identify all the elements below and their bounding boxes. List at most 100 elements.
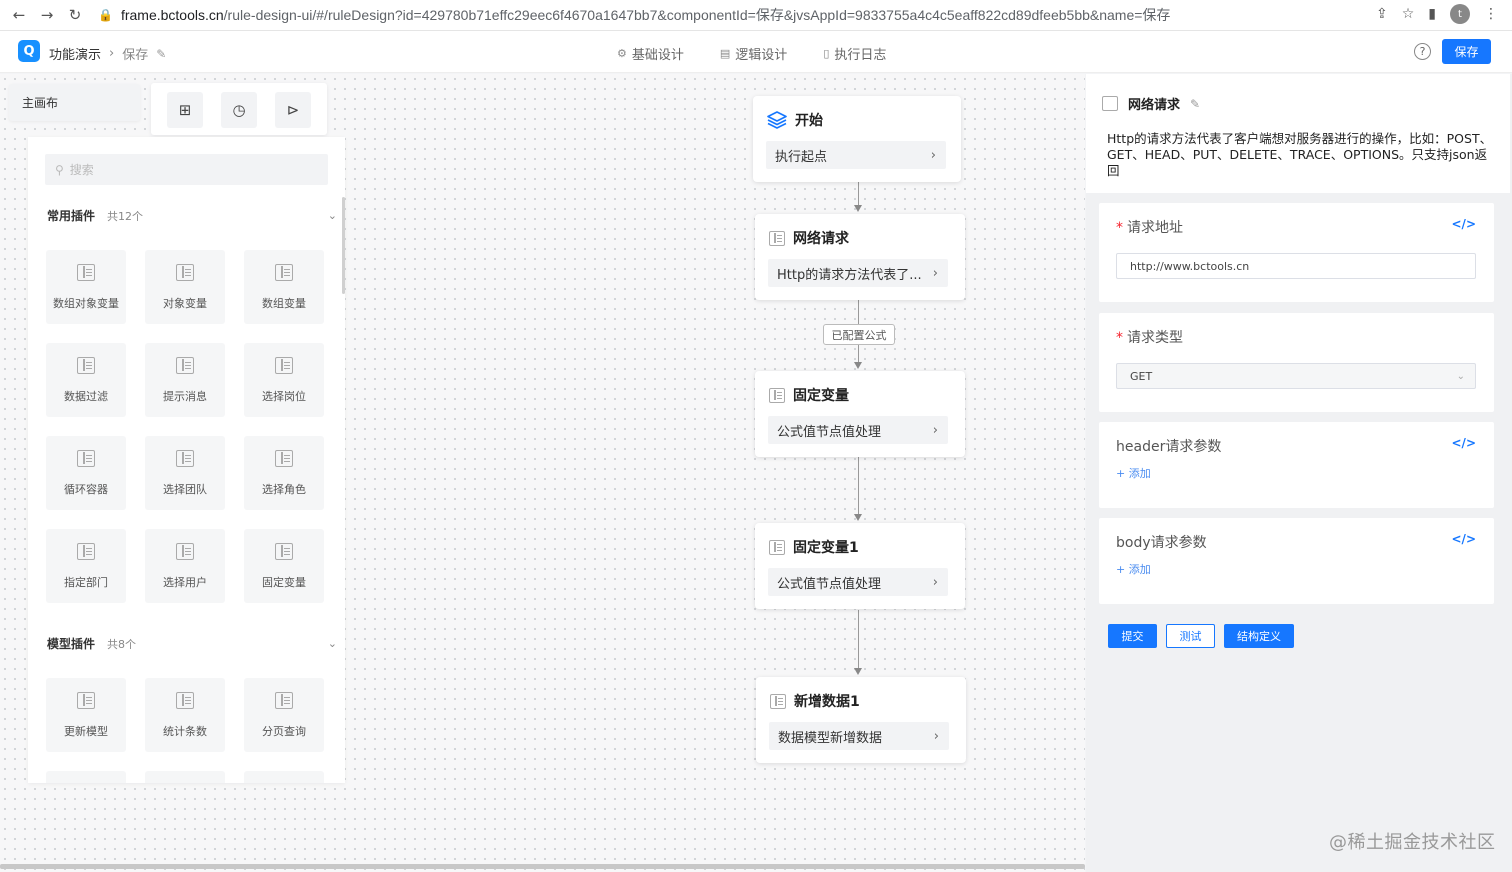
plugin-item[interactable]: 对象变量: [145, 250, 225, 324]
code-icon[interactable]: </>: [1452, 436, 1477, 450]
chevron-right-icon: ›: [932, 265, 938, 281]
plugin-item[interactable]: 提示消息: [145, 343, 225, 417]
box-icon[interactable]: ⊞: [167, 92, 203, 128]
node-body-text: 执行起点: [775, 149, 828, 165]
plugin-item[interactable]: 选择团队: [145, 436, 225, 510]
flow-node-add-data[interactable]: 新增数据1 数据模型新增数据 ›: [756, 677, 966, 763]
form-icon: [275, 691, 293, 709]
plugin-item[interactable]: 固定变量: [244, 529, 324, 603]
plugin-item[interactable]: 选择用户: [145, 529, 225, 603]
node-body[interactable]: 公式值节点值处理 ›: [768, 568, 948, 596]
struct-definition-button[interactable]: 结构定义: [1224, 624, 1294, 648]
plugin-label: 选择团队: [163, 482, 207, 496]
breadcrumb-current: 保存: [122, 48, 149, 63]
section-common-plugins[interactable]: 常用插件 共12个 ⌄: [47, 207, 337, 224]
design-tabs: ⚙ 基础设计 ▤ 逻辑设计 ▯ 执行日志: [617, 44, 886, 63]
section-count: 共8个: [107, 637, 137, 651]
plugin-item[interactable]: 指定部门: [46, 529, 126, 603]
plugin-item[interactable]: 统计条数: [145, 678, 225, 752]
reload-icon[interactable]: ↻: [64, 4, 86, 26]
plugin-item[interactable]: 数据过滤: [46, 343, 126, 417]
add-body-button[interactable]: + 添加: [1116, 561, 1151, 577]
edge-label[interactable]: 已配置公式: [823, 324, 895, 345]
node-body-text: Http的请求方法代表了...: [777, 267, 922, 283]
flow-node-http-request[interactable]: 网络请求 Http的请求方法代表了... ›: [755, 214, 965, 300]
arrow-down-icon: [854, 205, 862, 212]
form-icon: [275, 263, 293, 281]
node-body[interactable]: 公式值节点值处理 ›: [768, 416, 948, 444]
node-title: 开始: [795, 113, 823, 129]
search-icon: ⚲: [55, 162, 64, 177]
plugin-item[interactable]: [145, 771, 225, 783]
plugin-item[interactable]: 选择角色: [244, 436, 324, 510]
play-icon[interactable]: ⊳: [275, 92, 311, 128]
tab-logic-design[interactable]: ▤ 逻辑设计: [720, 44, 787, 63]
section-model-plugins[interactable]: 模型插件 共8个 ⌄: [47, 635, 337, 652]
tab-execution-log[interactable]: ▯ 执行日志: [823, 44, 886, 63]
flow-connector: [858, 300, 859, 324]
edit-icon[interactable]: ✎: [156, 47, 166, 61]
plugin-item[interactable]: 分页查询: [244, 678, 324, 752]
help-icon[interactable]: ?: [1414, 43, 1431, 60]
chevron-down-icon: ⌄: [1456, 370, 1465, 382]
flow-node-fixed-variable-1[interactable]: 固定变量1 公式值节点值处理 ›: [755, 523, 965, 609]
plugin-panel: ⚲ 搜索 常用插件 共12个 ⌄ 数组对象变量 对象变量 数组变量 数据过滤 提示…: [28, 137, 345, 783]
share-icon[interactable]: ⇪: [1376, 6, 1388, 22]
log-icon: ▯: [823, 47, 830, 60]
code-icon[interactable]: </>: [1452, 217, 1477, 231]
flow-node-fixed-variable[interactable]: 固定变量 公式值节点值处理 ›: [755, 371, 965, 457]
code-icon[interactable]: </>: [1452, 532, 1477, 546]
plugin-item[interactable]: [244, 771, 324, 783]
star-icon[interactable]: ☆: [1402, 6, 1415, 22]
sidebar-icon[interactable]: ▮: [1428, 6, 1436, 22]
address-bar[interactable]: 🔒 frame.bctools.cn/rule-design-ui/#/rule…: [98, 3, 1348, 27]
plugin-label: 更新模型: [64, 724, 108, 738]
plugin-item[interactable]: [46, 771, 126, 783]
plugin-item[interactable]: 数组变量: [244, 250, 324, 324]
submit-button[interactable]: 提交: [1108, 624, 1157, 648]
plugin-item[interactable]: 选择岗位: [244, 343, 324, 417]
plugin-item[interactable]: 更新模型: [46, 678, 126, 752]
browser-toolbar: ← → ↻ 🔒 frame.bctools.cn/rule-design-ui/…: [0, 0, 1512, 31]
lock-icon: 🔒: [98, 8, 113, 22]
body-params-card: body请求参数 </> + 添加: [1099, 518, 1494, 604]
plugin-item[interactable]: 循环容器: [46, 436, 126, 510]
chevron-down-icon[interactable]: ⌄: [328, 637, 337, 650]
plugin-label: 数组变量: [262, 296, 306, 310]
tab-basic-design[interactable]: ⚙ 基础设计: [617, 44, 684, 63]
node-body[interactable]: 数据模型新增数据 ›: [769, 722, 949, 750]
back-icon[interactable]: ←: [8, 4, 30, 26]
panel-scrollbar[interactable]: [342, 197, 345, 294]
flow-connector: [858, 457, 859, 515]
clock-icon[interactable]: ◷: [221, 92, 257, 128]
profile-avatar[interactable]: t: [1450, 4, 1470, 24]
plugin-item[interactable]: 数组对象变量: [46, 250, 126, 324]
url-input[interactable]: http://www.bctools.cn: [1116, 253, 1476, 279]
form-icon: [769, 539, 785, 555]
node-body[interactable]: Http的请求方法代表了... ›: [768, 259, 948, 287]
add-header-button[interactable]: + 添加: [1116, 465, 1151, 481]
method-select[interactable]: GET ⌄: [1116, 363, 1476, 389]
forward-icon[interactable]: →: [36, 4, 58, 26]
main-canvas-tab[interactable]: 主画布: [9, 84, 140, 121]
edit-icon[interactable]: ✎: [1190, 97, 1200, 111]
node-title: 网络请求: [793, 231, 849, 247]
form-icon: [176, 542, 194, 560]
horizontal-scrollbar[interactable]: [0, 864, 1085, 869]
chevron-down-icon[interactable]: ⌄: [328, 209, 337, 222]
menu-icon[interactable]: ⋮: [1484, 6, 1498, 22]
test-button[interactable]: 测试: [1166, 624, 1215, 648]
form-icon: [275, 542, 293, 560]
flow-node-start[interactable]: 开始 执行起点 ›: [753, 96, 961, 182]
method-value: GET: [1130, 369, 1153, 383]
chevron-right-icon: ›: [932, 422, 938, 438]
plugin-label: 指定部门: [64, 575, 108, 589]
required-mark: *: [1116, 220, 1123, 236]
app-header: Q 功能演示 › 保存 ✎ ⚙ 基础设计 ▤ 逻辑设计 ▯ 执行日志 ? 保存: [0, 31, 1512, 73]
plugin-label: 选择角色: [262, 482, 306, 496]
save-button[interactable]: 保存: [1442, 39, 1491, 64]
node-body[interactable]: 执行起点 ›: [766, 141, 946, 169]
search-input[interactable]: ⚲ 搜索: [45, 154, 328, 185]
breadcrumb-root[interactable]: 功能演示: [49, 44, 101, 63]
plugin-label: 数据过滤: [64, 389, 108, 403]
